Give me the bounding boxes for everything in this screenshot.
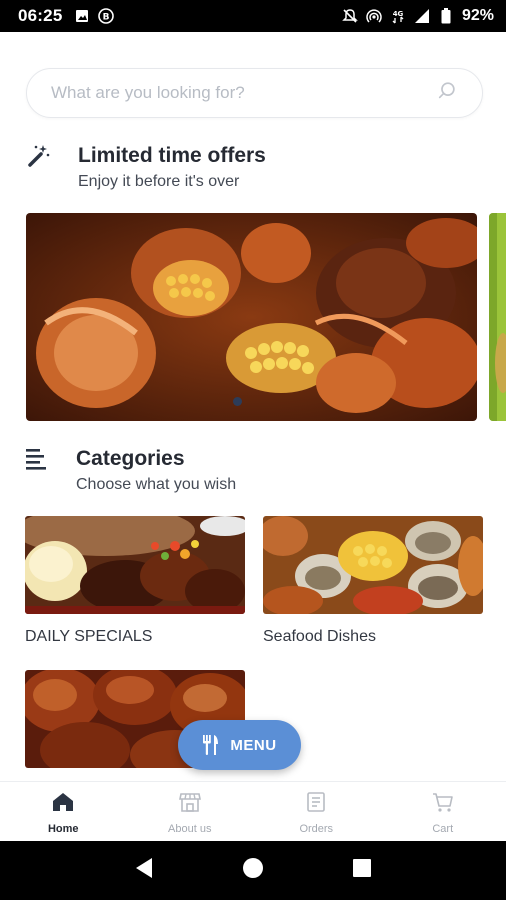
search-input[interactable] — [51, 83, 436, 103]
categories-subtitle: Choose what you wish — [76, 476, 237, 493]
offers-header: Limited time offers Enjoy it before it's… — [26, 143, 266, 191]
category-image[interactable] — [25, 516, 245, 614]
back-icon[interactable] — [134, 857, 154, 884]
bottom-navigation: Home About us Orders Cart — [0, 781, 506, 841]
recents-icon[interactable] — [352, 858, 372, 883]
list-icon — [26, 446, 52, 494]
status-bar: 06:25 B 4G 92% — [0, 0, 506, 32]
b-notification-icon: B — [98, 8, 115, 24]
cart-icon — [431, 790, 455, 819]
categories-header: Categories Choose what you wish — [26, 446, 236, 494]
category-card-daily-specials[interactable]: DAILY SPECIALS — [25, 516, 245, 646]
menu-button-label: MENU — [230, 736, 277, 754]
home-circle-icon[interactable] — [242, 857, 264, 884]
battery-icon — [438, 8, 454, 24]
nav-label-home: Home — [47, 823, 79, 835]
status-time: 06:25 — [18, 6, 63, 25]
mute-icon — [342, 8, 358, 24]
search-icon[interactable] — [436, 80, 458, 107]
nav-item-about-us[interactable]: About us — [127, 782, 254, 841]
category-label[interactable]: DAILY SPECIALS — [25, 628, 245, 646]
utensils-icon — [202, 735, 220, 755]
magic-wand-icon — [26, 143, 52, 191]
offer-banner-next-image[interactable] — [489, 213, 506, 421]
home-icon — [51, 790, 75, 819]
signal-icon — [414, 8, 430, 24]
nav-item-orders[interactable]: Orders — [253, 782, 380, 841]
offers-title: Limited time offers — [78, 144, 266, 167]
category-card-seafood-dishes[interactable]: Seafood Dishes — [263, 516, 483, 646]
store-icon — [178, 790, 202, 819]
category-label[interactable]: Seafood Dishes — [263, 628, 483, 646]
search-bar[interactable] — [26, 68, 483, 118]
nav-item-cart[interactable]: Cart — [380, 782, 506, 841]
menu-button[interactable]: MENU — [178, 720, 301, 770]
offers-subtitle: Enjoy it before it's over — [78, 173, 240, 190]
svg-text:B: B — [103, 13, 110, 23]
orders-icon — [304, 790, 328, 819]
nav-item-home[interactable]: Home — [0, 782, 127, 841]
categories-title: Categories — [76, 447, 185, 470]
offer-banner-image[interactable] — [26, 213, 477, 421]
image-notification-icon — [74, 8, 90, 24]
svg-text:4G: 4G — [393, 10, 404, 18]
nav-label-about-us: About us — [168, 823, 212, 835]
battery-percentage: 92% — [461, 7, 494, 24]
category-image[interactable] — [263, 516, 483, 614]
nav-label-cart: Cart — [432, 823, 454, 835]
system-navigation-bar — [0, 841, 506, 900]
hotspot-icon — [366, 8, 382, 24]
carousel-indicator-dot — [233, 397, 242, 406]
nav-label-orders: Orders — [299, 823, 334, 835]
network-4g-icon: 4G — [390, 8, 406, 24]
